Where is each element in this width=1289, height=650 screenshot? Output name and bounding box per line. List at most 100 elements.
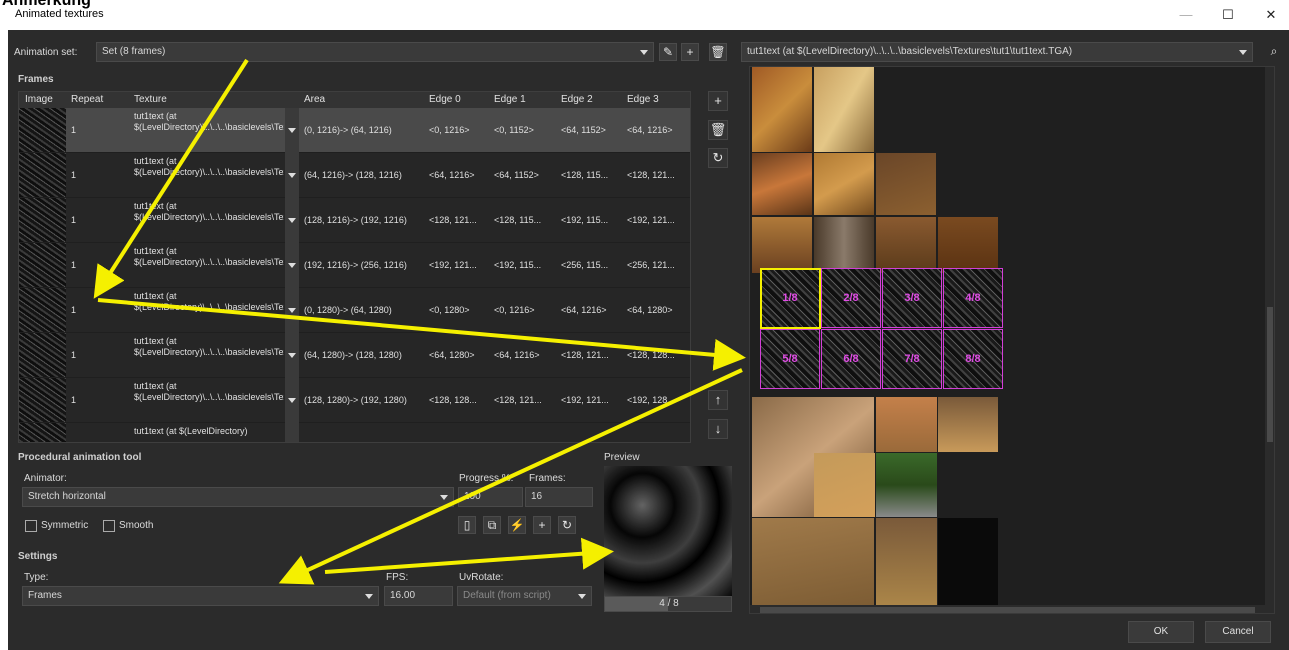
texture-dropdown[interactable]	[285, 288, 299, 333]
refresh-icon[interactable]: ↻	[558, 516, 576, 534]
edge0-cell[interactable]: <64, 1216>	[429, 153, 492, 198]
texture-frame-tile[interactable]: 2/8	[821, 268, 881, 328]
new-icon[interactable]: ▯	[458, 516, 476, 534]
edge3-cell[interactable]: <192, 121...	[627, 198, 689, 243]
table-row[interactable]: 1 tut1text (at $(LevelDirectory)\..\..\..…	[19, 333, 690, 378]
cancel-button[interactable]: Cancel	[1205, 621, 1271, 643]
fps-input[interactable]: 16.00	[384, 586, 453, 606]
smooth-checkbox[interactable]	[103, 520, 115, 532]
edge0-cell[interactable]: <0, 1216>	[429, 108, 492, 153]
area-cell[interactable]: (0, 1280)-> (64, 1280)	[304, 288, 426, 333]
texture-cell[interactable]: tut1text (at $(LevelDirectory)\..\..\..\…	[134, 108, 284, 153]
texture-dropdown[interactable]	[285, 243, 299, 288]
edge0-cell[interactable]: <128, 121...	[429, 198, 492, 243]
texture-frame-tile[interactable]: 8/8	[943, 329, 1003, 389]
texture-cell[interactable]: tut1text (at $(LevelDirectory)\..\..\..\…	[134, 243, 284, 288]
edge0-cell[interactable]: <0, 1280>	[429, 288, 492, 333]
texture-cell[interactable]: tut1text (at $(LevelDirectory)	[134, 423, 284, 442]
edge3-cell[interactable]: <128, 121...	[627, 153, 689, 198]
texture-frame-tile[interactable]: 6/8	[821, 329, 881, 389]
type-select[interactable]: Frames	[22, 586, 379, 606]
progress-input[interactable]: 100	[458, 487, 523, 507]
animation-set-select[interactable]: Set (8 frames)	[96, 42, 654, 62]
texture-dropdown[interactable]	[285, 153, 299, 198]
edge2-cell[interactable]: <256, 115...	[561, 243, 625, 288]
texture-dropdown[interactable]	[285, 108, 299, 153]
ok-button[interactable]: OK	[1128, 621, 1194, 643]
refresh-icon[interactable]: ↻	[708, 148, 728, 168]
edge1-cell[interactable]	[494, 423, 559, 442]
edge3-cell[interactable]: <256, 121...	[627, 243, 689, 288]
texture-hscroll-thumb[interactable]	[760, 607, 1255, 613]
delete-icon[interactable]: 🗑	[709, 43, 727, 61]
edge1-cell[interactable]: <64, 1152>	[494, 153, 559, 198]
texture-cell[interactable]: tut1text (at $(LevelDirectory)\..\..\..\…	[134, 198, 284, 243]
scrollbar-track[interactable]	[690, 108, 691, 443]
edge2-cell[interactable]: <192, 121...	[561, 378, 625, 423]
edge3-cell[interactable]: <192, 128...	[627, 378, 689, 423]
repeat-cell[interactable]: 1	[71, 378, 76, 423]
edge3-cell[interactable]: <64, 1216>	[627, 108, 689, 153]
edge2-cell[interactable]: <64, 1152>	[561, 108, 625, 153]
add-icon[interactable]: +	[533, 516, 551, 534]
edge2-cell[interactable]	[561, 423, 625, 442]
texture-cell[interactable]: tut1text (at $(LevelDirectory)\..\..\..\…	[134, 378, 284, 423]
edge2-cell[interactable]: <64, 1216>	[561, 288, 625, 333]
texture-vscroll-thumb[interactable]	[1267, 307, 1273, 442]
edge0-cell[interactable]: <192, 121...	[429, 243, 492, 288]
minimize-icon[interactable]: —	[1176, 6, 1196, 24]
area-cell[interactable]: (128, 1216)-> (192, 1216)	[304, 198, 426, 243]
copy-icon[interactable]: ⧉	[483, 516, 501, 534]
edit-icon[interactable]: ✎	[659, 43, 677, 61]
texture-frame-tile[interactable]: 5/8	[760, 329, 820, 389]
delete-frame-icon[interactable]: 🗑	[708, 120, 728, 140]
frames-count-input[interactable]: 16	[525, 487, 593, 507]
edge3-cell[interactable]: <128, 128...	[627, 333, 689, 378]
repeat-cell[interactable]: 1	[71, 288, 76, 333]
edge1-cell[interactable]: <192, 115...	[494, 243, 559, 288]
move-down-icon[interactable]: ↓	[708, 419, 728, 439]
table-row[interactable]: 1 tut1text (at $(LevelDirectory)\..\..\..…	[19, 378, 690, 423]
repeat-cell[interactable]: 1	[71, 243, 76, 288]
area-cell[interactable]: (64, 1216)-> (128, 1216)	[304, 153, 426, 198]
texture-cell[interactable]: tut1text (at $(LevelDirectory)\..\..\..\…	[134, 288, 284, 333]
edge1-cell[interactable]: <128, 121...	[494, 378, 559, 423]
edge1-cell[interactable]: <0, 1216>	[494, 288, 559, 333]
table-row[interactable]: 1 tut1text (at $(LevelDirectory)\..\..\..…	[19, 153, 690, 198]
texture-frame-tile[interactable]: 4/8	[943, 268, 1003, 328]
animator-select[interactable]: Stretch horizontal	[22, 487, 454, 507]
texture-dropdown[interactable]	[285, 423, 299, 442]
texture-dropdown[interactable]	[285, 378, 299, 423]
texture-dropdown[interactable]	[285, 333, 299, 378]
edge3-cell[interactable]: <64, 1280>	[627, 288, 689, 333]
edge3-cell[interactable]	[627, 423, 689, 442]
repeat-cell[interactable]: 1	[71, 333, 76, 378]
texture-cell[interactable]: tut1text (at $(LevelDirectory)\..\..\..\…	[134, 333, 284, 378]
edge2-cell[interactable]: <128, 121...	[561, 333, 625, 378]
move-up-icon[interactable]: ↑	[708, 390, 728, 410]
area-cell[interactable]: (192, 1216)-> (256, 1216)	[304, 243, 426, 288]
wand-icon[interactable]: ⚡	[508, 516, 526, 534]
edge1-cell[interactable]: <64, 1216>	[494, 333, 559, 378]
table-row[interactable]: 1 tut1text (at $(LevelDirectory)\..\..\..…	[19, 108, 690, 153]
edge0-cell[interactable]	[429, 423, 492, 442]
edge0-cell[interactable]: <64, 1280>	[429, 333, 492, 378]
area-cell[interactable]	[304, 423, 426, 442]
uvrotate-select[interactable]: Default (from script)	[457, 586, 592, 606]
repeat-cell[interactable]: 1	[71, 153, 76, 198]
table-row[interactable]: 1 tut1text (at $(LevelDirectory)\..\..\..…	[19, 288, 690, 333]
edge2-cell[interactable]: <192, 115...	[561, 198, 625, 243]
area-cell[interactable]: (0, 1216)-> (64, 1216)	[304, 108, 426, 153]
texture-select[interactable]: tut1text (at $(LevelDirectory)\..\..\..\…	[741, 42, 1253, 62]
texture-frame-tile[interactable]: 7/8	[882, 329, 942, 389]
add-frame-icon[interactable]: +	[708, 91, 728, 111]
repeat-cell[interactable]: 1	[71, 198, 76, 243]
maximize-icon[interactable]: ☐	[1218, 6, 1238, 24]
close-icon[interactable]: ✕	[1261, 6, 1281, 24]
edge1-cell[interactable]: <128, 115...	[494, 198, 559, 243]
texture-dropdown[interactable]	[285, 198, 299, 243]
search-icon[interactable]: ⌕	[1265, 43, 1283, 61]
edge1-cell[interactable]: <0, 1152>	[494, 108, 559, 153]
repeat-cell[interactable]: 1	[71, 108, 76, 153]
texture-frame-tile[interactable]: 3/8	[882, 268, 942, 328]
